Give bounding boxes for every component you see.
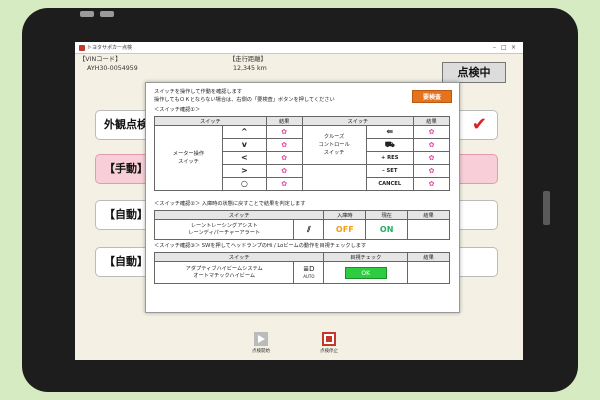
title-bar: トヨタサポカー点検 bbox=[75, 42, 523, 54]
switch-button-label: – SET bbox=[365, 164, 414, 178]
result-icon: ✿ bbox=[413, 138, 450, 152]
headlamp-icon: ≣D bbox=[303, 264, 315, 273]
group-label-line: コントロール bbox=[318, 142, 350, 148]
result-icon: ✿ bbox=[265, 138, 303, 152]
app-icon bbox=[79, 44, 85, 51]
row-label-line: レーントレーシングアシスト bbox=[190, 222, 258, 229]
switch-symbol: < bbox=[222, 151, 267, 165]
instruction-1: スイッチを操作して作動を確認します bbox=[154, 89, 243, 95]
result-icon: ✿ bbox=[413, 177, 450, 191]
auto-high-beam-icon: ≣D AUTO bbox=[293, 261, 325, 284]
bottom-bar: 点検開始 点検停止 bbox=[75, 330, 523, 360]
list-item-label: 【自動】 bbox=[104, 255, 148, 268]
row-label-line: アダプティブハイビームシステム bbox=[185, 265, 263, 272]
stop-icon bbox=[322, 332, 336, 346]
table-header: スイッチ bbox=[301, 116, 415, 126]
result-icon: ✿ bbox=[413, 151, 450, 165]
section2-title: ＜スイッチ確認②＞ 入庫時の状態に戻すことで結果を判定します bbox=[154, 201, 306, 207]
switch-symbol: v bbox=[222, 138, 267, 152]
result-icon: ✿ bbox=[265, 164, 303, 178]
switch-table-1: スイッチ 結果 スイッチ 結果 メーター操作 スイッチ ^ ✿ クルーズ コント… bbox=[154, 116, 450, 191]
group-label-line: スイッチ bbox=[178, 159, 199, 165]
row-label-line: オートマチックハイビーム bbox=[193, 272, 256, 279]
mileage-label: 【走行距離】 bbox=[229, 56, 267, 63]
result-icon: ✿ bbox=[265, 151, 303, 165]
high-beam-label: アダプティブハイビームシステム オートマチックハイビーム bbox=[153, 261, 295, 284]
result-cell bbox=[407, 219, 450, 240]
switch-symbol: ○ bbox=[222, 177, 267, 191]
switch-symbol: > bbox=[222, 164, 267, 178]
start-label: 点検開始 bbox=[252, 349, 270, 354]
group-label-line: スイッチ bbox=[323, 150, 345, 156]
row-label-line: レーンディパーチャーアラート bbox=[188, 229, 261, 236]
start-button[interactable]: 点検開始 bbox=[241, 332, 281, 354]
instruction-2: 操作してもＯＫとならない場合は、右側の「要検査」ボタンを押してください bbox=[154, 97, 335, 103]
auto-icon-label: AUTO bbox=[303, 273, 315, 279]
tablet-top-button bbox=[100, 11, 114, 17]
request-inspection-button[interactable]: 要検査 bbox=[412, 90, 452, 103]
list-item-label: 【手動】 bbox=[104, 162, 148, 175]
lane-switch-icon: ⇚ bbox=[365, 125, 414, 139]
group-label-line: メーター操作 bbox=[172, 151, 205, 157]
table-header: 結果 bbox=[407, 210, 450, 220]
list-item-label: 外観点検 bbox=[104, 118, 148, 131]
mileage-info: 【走行距離】 12,345 km bbox=[229, 55, 267, 73]
switch-symbol: ^ bbox=[222, 125, 267, 139]
section3-title: ＜スイッチ確認③＞ SWを押してヘッドランプのHi / Loビームの動作を目視チ… bbox=[154, 243, 367, 249]
table-header: 現在 bbox=[365, 210, 409, 220]
lane-assist-label: レーントレーシングアシスト レーンディパーチャーアラート bbox=[153, 219, 295, 240]
minimize-icon[interactable]: – bbox=[493, 44, 496, 51]
switch-table-3: スイッチ 目視チェック 結果 アダプティブハイビームシステム オートマチックハイ… bbox=[153, 252, 450, 284]
lane-assist-icon: ⫽ bbox=[293, 219, 325, 240]
meter-switch-group: メーター操作 スイッチ bbox=[154, 125, 223, 191]
result-icon: ✿ bbox=[413, 125, 450, 139]
switch-check-dialog: スイッチを操作して作動を確認します 操作してもＯＫとならない場合は、右側の「要検… bbox=[145, 82, 460, 313]
ok-button[interactable]: OK bbox=[344, 266, 387, 279]
result-icon: ✿ bbox=[265, 177, 303, 191]
table-header: スイッチ bbox=[153, 252, 325, 262]
vin-label: 【VINコード】 bbox=[79, 56, 122, 63]
app-screen: トヨタサポカー点検 – □ × 【VINコード】 AYH30-0054959 【… bbox=[75, 42, 523, 360]
table-header: 結果 bbox=[407, 252, 450, 262]
table-header: 結果 bbox=[413, 116, 450, 126]
close-icon[interactable]: × bbox=[511, 44, 516, 51]
switch-button-label: + RES bbox=[365, 151, 414, 165]
table-header: スイッチ bbox=[153, 210, 325, 220]
switch-button-label: CANCEL bbox=[365, 177, 414, 191]
cruise-switch-group: クルーズ コントロール スイッチ bbox=[301, 125, 367, 165]
entry-value: OFF bbox=[323, 219, 367, 240]
status-badge: 点検中 bbox=[442, 62, 506, 83]
check-icon: ✔ bbox=[471, 114, 487, 135]
vin-value: AYH30-0054959 bbox=[87, 65, 138, 72]
mileage-value: 12,345 km bbox=[233, 65, 267, 72]
play-icon bbox=[254, 332, 268, 346]
table-header: 結果 bbox=[265, 116, 303, 126]
section1-title: ＜スイッチ確認①＞ bbox=[154, 107, 201, 113]
result-cell bbox=[407, 261, 450, 284]
maximize-icon[interactable]: □ bbox=[501, 44, 507, 51]
group-label-line: クルーズ bbox=[323, 134, 345, 140]
result-icon: ✿ bbox=[413, 164, 450, 178]
table-header: 入庫時 bbox=[323, 210, 367, 220]
distance-switch-icon: ⛟ bbox=[365, 138, 414, 152]
tablet-home-button[interactable] bbox=[543, 191, 550, 225]
window-title: トヨタサポカー点検 bbox=[87, 44, 133, 51]
cruise-blank-cell bbox=[301, 164, 367, 191]
result-icon: ✿ bbox=[265, 125, 303, 139]
table-header: スイッチ bbox=[154, 116, 267, 126]
table-header: 目視チェック bbox=[323, 252, 409, 262]
switch-table-2: スイッチ 入庫時 現在 結果 レーントレーシングアシスト レーンディパーチャーア… bbox=[153, 210, 450, 240]
tablet-top-button bbox=[80, 11, 94, 17]
vin-info: 【VINコード】 AYH30-0054959 bbox=[79, 55, 138, 73]
list-item-label: 【自動】 bbox=[104, 208, 148, 221]
stop-label: 点検停止 bbox=[320, 349, 338, 354]
stop-button[interactable]: 点検停止 bbox=[309, 332, 349, 354]
current-value: ON bbox=[365, 219, 409, 240]
visual-check-cell: OK bbox=[323, 261, 409, 284]
